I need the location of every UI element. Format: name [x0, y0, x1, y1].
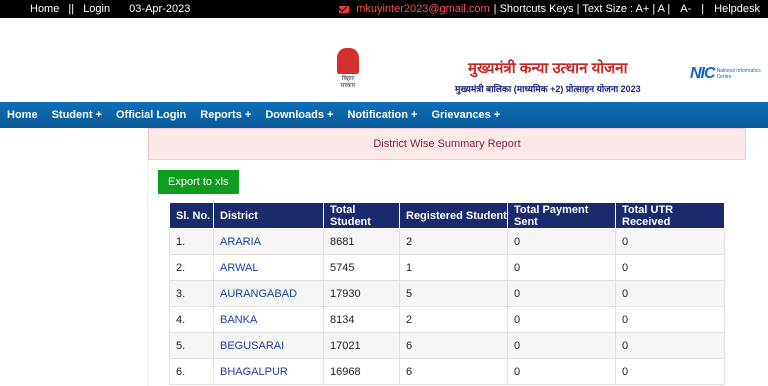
district-link[interactable]: ARARIA [220, 236, 261, 248]
top-separator: | [701, 3, 705, 15]
cell-registered-student: 1 [399, 254, 508, 281]
nav-reports[interactable]: Reports + [200, 109, 251, 121]
district-summary-table: Sl. No. District Total Student Registere… [169, 202, 725, 385]
table-row: 4. BANKA 8134 2 0 0 [169, 306, 725, 333]
report-title: District Wise Summary Report [148, 128, 746, 160]
top-bar-right: mkuyinter2023@gmail.com | Shortcuts Keys… [339, 3, 760, 15]
col-sl-no: Sl. No. [169, 202, 214, 229]
district-link[interactable]: BEGUSARAI [220, 340, 284, 352]
cell-district: BANKA [213, 306, 324, 333]
cell-district: AURANGABAD [213, 280, 324, 307]
cell-payment-sent: 0 [507, 306, 616, 333]
shortcuts-text-size[interactable]: | Shortcuts Keys | Text Size : A+ | A | [494, 3, 671, 15]
nic-caption: National Informatics Centre [716, 68, 761, 80]
cell-utr-received: 0 [615, 358, 725, 385]
table-header-row: Sl. No. District Total Student Registere… [169, 202, 725, 229]
cell-payment-sent: 0 [507, 332, 616, 359]
cell-sl-no: 3. [169, 280, 214, 307]
top-home-link[interactable]: Home [30, 3, 59, 15]
cell-utr-received: 0 [615, 332, 725, 359]
nav-student[interactable]: Student + [52, 109, 102, 121]
cell-payment-sent: 0 [507, 228, 616, 255]
site-header: बिहार सरकार मुख्यमंत्री कन्या उत्थान योज… [0, 18, 768, 102]
cell-registered-student: 2 [399, 306, 508, 333]
cell-payment-sent: 0 [507, 358, 616, 385]
cell-total-student: 8681 [323, 228, 400, 255]
cell-sl-no: 5. [169, 332, 214, 359]
emblem-icon [337, 48, 359, 74]
main-nav: Home Student + Official Login Reports + … [0, 102, 768, 128]
table-row: 3. AURANGABAD 17930 5 0 0 [169, 280, 725, 307]
cell-payment-sent: 0 [507, 254, 616, 281]
cell-utr-received: 0 [615, 228, 725, 255]
helpdesk-link[interactable]: Helpdesk [714, 3, 760, 15]
top-login-link[interactable]: Login [83, 3, 110, 15]
report-panel: District Wise Summary Report Export to x… [147, 128, 746, 386]
table-row: 2. ARWAL 5745 1 0 0 [169, 254, 725, 281]
cell-sl-no: 1. [169, 228, 214, 255]
cell-total-student: 5745 [323, 254, 400, 281]
district-link[interactable]: BANKA [220, 314, 257, 326]
scheme-title: मुख्यमंत्री कन्या उत्थान योजना [468, 60, 628, 77]
district-link[interactable]: BHAGALPUR [220, 366, 288, 378]
cell-sl-no: 2. [169, 254, 214, 281]
nav-home[interactable]: Home [7, 109, 38, 121]
nav-notification[interactable]: Notification + [347, 109, 417, 121]
cell-registered-student: 5 [399, 280, 508, 307]
bihar-emblem-logo: बिहार सरकार [334, 48, 362, 110]
col-registered-student: Registered Student [399, 202, 508, 229]
col-total-student: Total Student [323, 202, 400, 229]
district-link[interactable]: ARWAL [220, 262, 259, 274]
current-date: 03-Apr-2023 [129, 3, 191, 15]
cell-registered-student: 6 [399, 358, 508, 385]
cell-district: BHAGALPUR [213, 358, 324, 385]
top-bar-left: Home || Login 03-Apr-2023 [30, 3, 196, 15]
cell-registered-student: 2 [399, 228, 508, 255]
cell-district: ARWAL [213, 254, 324, 281]
district-link[interactable]: AURANGABAD [220, 288, 297, 300]
table-row: 5. BEGUSARAI 17021 6 0 0 [169, 332, 725, 359]
text-size-decrease[interactable]: A- [680, 3, 691, 15]
cell-total-student: 17021 [323, 332, 400, 359]
nav-grievances[interactable]: Grievances + [431, 109, 500, 121]
cell-utr-received: 0 [615, 254, 725, 281]
nav-official-login[interactable]: Official Login [116, 109, 186, 121]
cell-total-student: 17930 [323, 280, 400, 307]
export-xls-button[interactable]: Export to xls [158, 170, 239, 194]
cell-utr-received: 0 [615, 280, 725, 307]
cell-payment-sent: 0 [507, 280, 616, 307]
mail-icon [339, 5, 350, 13]
cell-district: BEGUSARAI [213, 332, 324, 359]
col-total-payment-sent: Total Payment Sent [507, 202, 616, 229]
cell-sl-no: 4. [169, 306, 214, 333]
col-district: District [213, 202, 324, 229]
cell-total-student: 8134 [323, 306, 400, 333]
nic-mark: NIC [690, 65, 716, 82]
nic-logo: NIC National Informatics Centre [690, 65, 768, 83]
cell-total-student: 16968 [323, 358, 400, 385]
table-row: 6. BHAGALPUR 16968 6 0 0 [169, 358, 725, 385]
cell-utr-received: 0 [615, 306, 725, 333]
cell-district: ARARIA [213, 228, 324, 255]
top-bar: Home || Login 03-Apr-2023 mkuyinter2023@… [0, 0, 768, 18]
cell-registered-student: 6 [399, 332, 508, 359]
scheme-subtitle: मुख्यमंत्री बालिका (माध्यमिक +2) प्रोत्स… [455, 84, 641, 94]
email-link[interactable]: mkuyinter2023@gmail.com [356, 3, 489, 15]
emblem-caption: बिहार सरकार [340, 76, 356, 89]
nav-downloads[interactable]: Downloads + [265, 109, 333, 121]
col-total-utr-received: Total UTR Received [615, 202, 725, 229]
cell-sl-no: 6. [169, 358, 214, 385]
table-row: 1. ARARIA 8681 2 0 0 [169, 228, 725, 255]
top-separator: || [68, 3, 75, 15]
